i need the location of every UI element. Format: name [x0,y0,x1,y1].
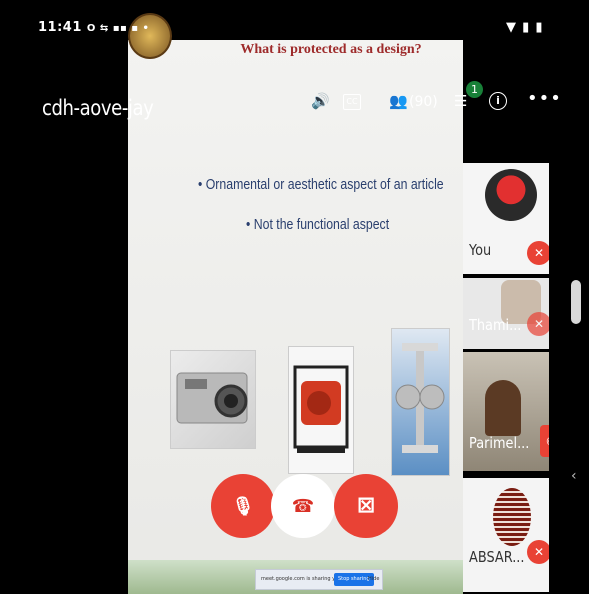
participant-video [485,380,521,436]
avatar [493,488,531,546]
participant-tile-thami[interactable]: Thami... ✕ [463,278,549,349]
info-icon[interactable]: i [489,92,507,110]
slide-title: What is protected as a design? [240,42,422,57]
red-pump-image [288,346,354,474]
slide-bullet-2: • Not the functional aspect [246,216,390,233]
people-icon[interactable]: 👥 [389,92,408,110]
mic-off-icon: ✕ [527,540,549,564]
diaphragm-pump-image [391,328,450,476]
status-time: 11:41 O ⇆ ▪▪ ▪ • [38,20,150,35]
mic-toggle-button[interactable]: 🎙 [211,474,275,538]
speaker-icon[interactable]: 🔊 [311,92,330,110]
screen-share-banner: meet.google.com is sharing your screen S… [255,569,383,590]
participant-name: ABSAR... [469,548,525,566]
meeting-code: cdh-aove-jay [42,96,154,120]
participant-name: You [469,241,492,259]
hide-button[interactable]: Hide [368,570,379,589]
end-call-button[interactable]: ☎ [271,474,335,538]
chat-unread-badge: 1 [466,81,483,98]
slide-bullet-1: • Ornamental or aesthetic aspect of an a… [198,176,444,193]
status-notification-icons: O ⇆ ▪▪ ▪ • [86,23,150,34]
mic-off-icon: ✕ [527,312,549,336]
participant-tile-absar[interactable]: ABSAR... ✕ [463,478,549,592]
mic-off-icon: ✕ [527,241,549,265]
camera-toggle-button[interactable]: ⊠ [334,474,398,538]
participant-tile-parimel[interactable]: Parimel... ◉ [463,352,549,471]
status-signal-icons: ▼ ▮ ▮ [506,20,544,35]
participant-name: Thami... [469,316,522,334]
speaking-indicator-icon: ◉ [540,425,549,457]
camera-off-icon: ⊠ [356,493,376,518]
scrollbar[interactable] [571,280,581,324]
phone-hangup-icon: ☎ [291,496,315,517]
chevron-left-icon[interactable]: ‹ [571,468,577,484]
participant-count[interactable]: (90) [409,94,438,110]
captions-icon[interactable]: CC [343,94,361,110]
participant-name: Parimel... [469,434,530,452]
camera-image [170,350,256,449]
participant-tile-you[interactable]: You ✕ [463,163,549,274]
mic-off-icon: 🎙 [231,496,255,517]
more-options-icon[interactable]: ••• [527,88,562,109]
left-black-area [0,0,128,594]
chat-icon[interactable]: ☰ [454,92,467,110]
avatar [485,169,537,221]
